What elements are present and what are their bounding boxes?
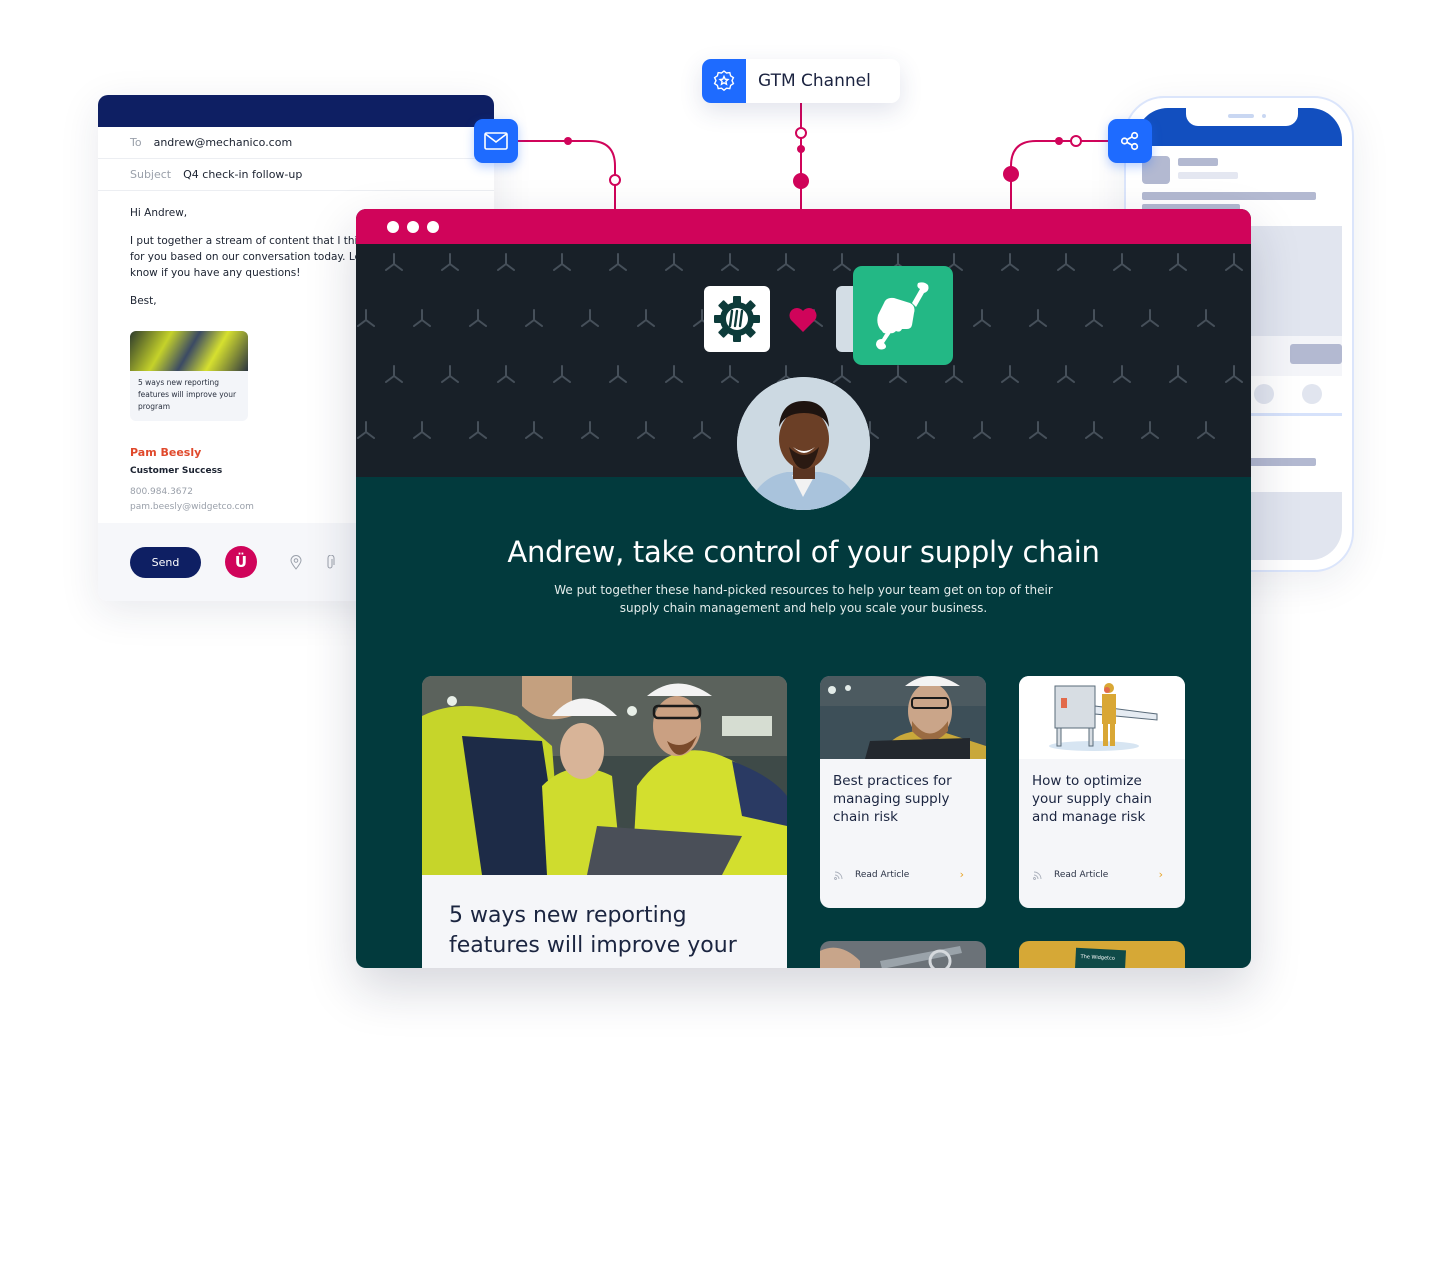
to-value[interactable]: andrew@mechanico.com xyxy=(154,136,293,149)
phone-post-meta xyxy=(1178,172,1238,179)
send-button[interactable]: Send xyxy=(130,546,201,578)
read-article-label: Read Article xyxy=(1054,869,1109,880)
attachment-thumbnail xyxy=(130,331,248,371)
phone-notch xyxy=(1186,108,1298,126)
gear-logo-icon xyxy=(714,296,760,342)
content-card[interactable]: Best practices for managing supply chain… xyxy=(820,676,986,908)
card-title: How to optimize your supply chain and ma… xyxy=(1032,773,1152,825)
paperclip-icon xyxy=(327,554,335,568)
uberflip-insert-button[interactable]: Ü xyxy=(225,546,257,578)
phone-post-line xyxy=(1142,192,1316,200)
page-headline: Andrew, take control of your supply chai… xyxy=(507,535,1100,569)
browser-title-bar xyxy=(356,209,1251,244)
email-channel-button[interactable] xyxy=(474,119,518,163)
phone-reaction-icon xyxy=(1302,384,1322,404)
window-control-dot[interactable] xyxy=(427,220,439,233)
mail-icon xyxy=(484,132,508,150)
phone-reaction-icon xyxy=(1254,384,1274,404)
rss-icon xyxy=(834,871,843,880)
phone-post-name xyxy=(1178,158,1218,166)
content-card-partial[interactable]: The Widgetco xyxy=(1019,941,1185,968)
share-icon xyxy=(1120,131,1139,151)
wrench-hand-logo-icon xyxy=(876,281,929,349)
chevron-right-icon: › xyxy=(1158,868,1163,881)
read-article-label: Read Article xyxy=(855,869,910,880)
subject-label: Subject xyxy=(130,168,172,181)
read-article-link[interactable]: Read Article › xyxy=(833,868,964,881)
chevron-right-icon: › xyxy=(959,868,964,881)
share-channel-button[interactable] xyxy=(1108,119,1152,163)
attach-button[interactable] xyxy=(323,554,337,569)
vendor-logo xyxy=(853,266,953,365)
location-button[interactable] xyxy=(289,554,303,570)
badge-star-icon xyxy=(713,70,735,92)
email-content-attachment[interactable]: 5 ways new reporting features will impro… xyxy=(130,331,248,421)
attachment-title: 5 ways new reporting features will impro… xyxy=(138,378,237,411)
email-to-field[interactable]: To andrew@mechanico.com xyxy=(98,127,494,159)
subject-value[interactable]: Q4 check-in follow-up xyxy=(183,168,302,181)
location-pin-icon xyxy=(290,554,302,570)
featured-card-image xyxy=(422,676,787,875)
landing-page-browser-window: Andrew, take control of your supply chai… xyxy=(356,209,1251,968)
email-subject-field[interactable]: Subject Q4 check-in follow-up xyxy=(98,159,494,191)
card-image xyxy=(1019,676,1185,759)
uberflip-icon: Ü xyxy=(234,553,248,571)
rss-icon xyxy=(1033,871,1042,880)
heart-icon xyxy=(789,308,817,332)
phone-status-bar xyxy=(1136,108,1342,146)
customer-logo xyxy=(704,286,770,352)
phone-post-button xyxy=(1290,344,1342,364)
gtm-channel-icon-box xyxy=(702,59,746,103)
card-image xyxy=(820,676,986,759)
window-control-dot[interactable] xyxy=(387,220,399,233)
to-label: To xyxy=(130,136,142,149)
page-subheadline: We put together these hand-picked resour… xyxy=(554,583,1053,615)
gtm-channel-node[interactable]: GTM Channel xyxy=(702,59,900,103)
person-photo xyxy=(737,377,870,510)
card-title: Best practices for managing supply chain… xyxy=(833,773,952,825)
gtm-channel-label: GTM Channel xyxy=(758,71,871,91)
prospect-avatar xyxy=(737,377,870,510)
content-card-partial[interactable] xyxy=(820,941,986,968)
email-header-bar xyxy=(98,95,494,127)
featured-card-title: 5 ways new reporting features will impro… xyxy=(449,903,737,968)
content-card[interactable]: How to optimize your supply chain and ma… xyxy=(1019,676,1185,908)
featured-content-card[interactable]: 5 ways new reporting features will impro… xyxy=(422,676,787,968)
ebook-cover: The Widgetco xyxy=(1073,947,1127,968)
window-control-dot[interactable] xyxy=(407,220,419,233)
read-article-link[interactable]: Read Article › xyxy=(1032,868,1163,881)
